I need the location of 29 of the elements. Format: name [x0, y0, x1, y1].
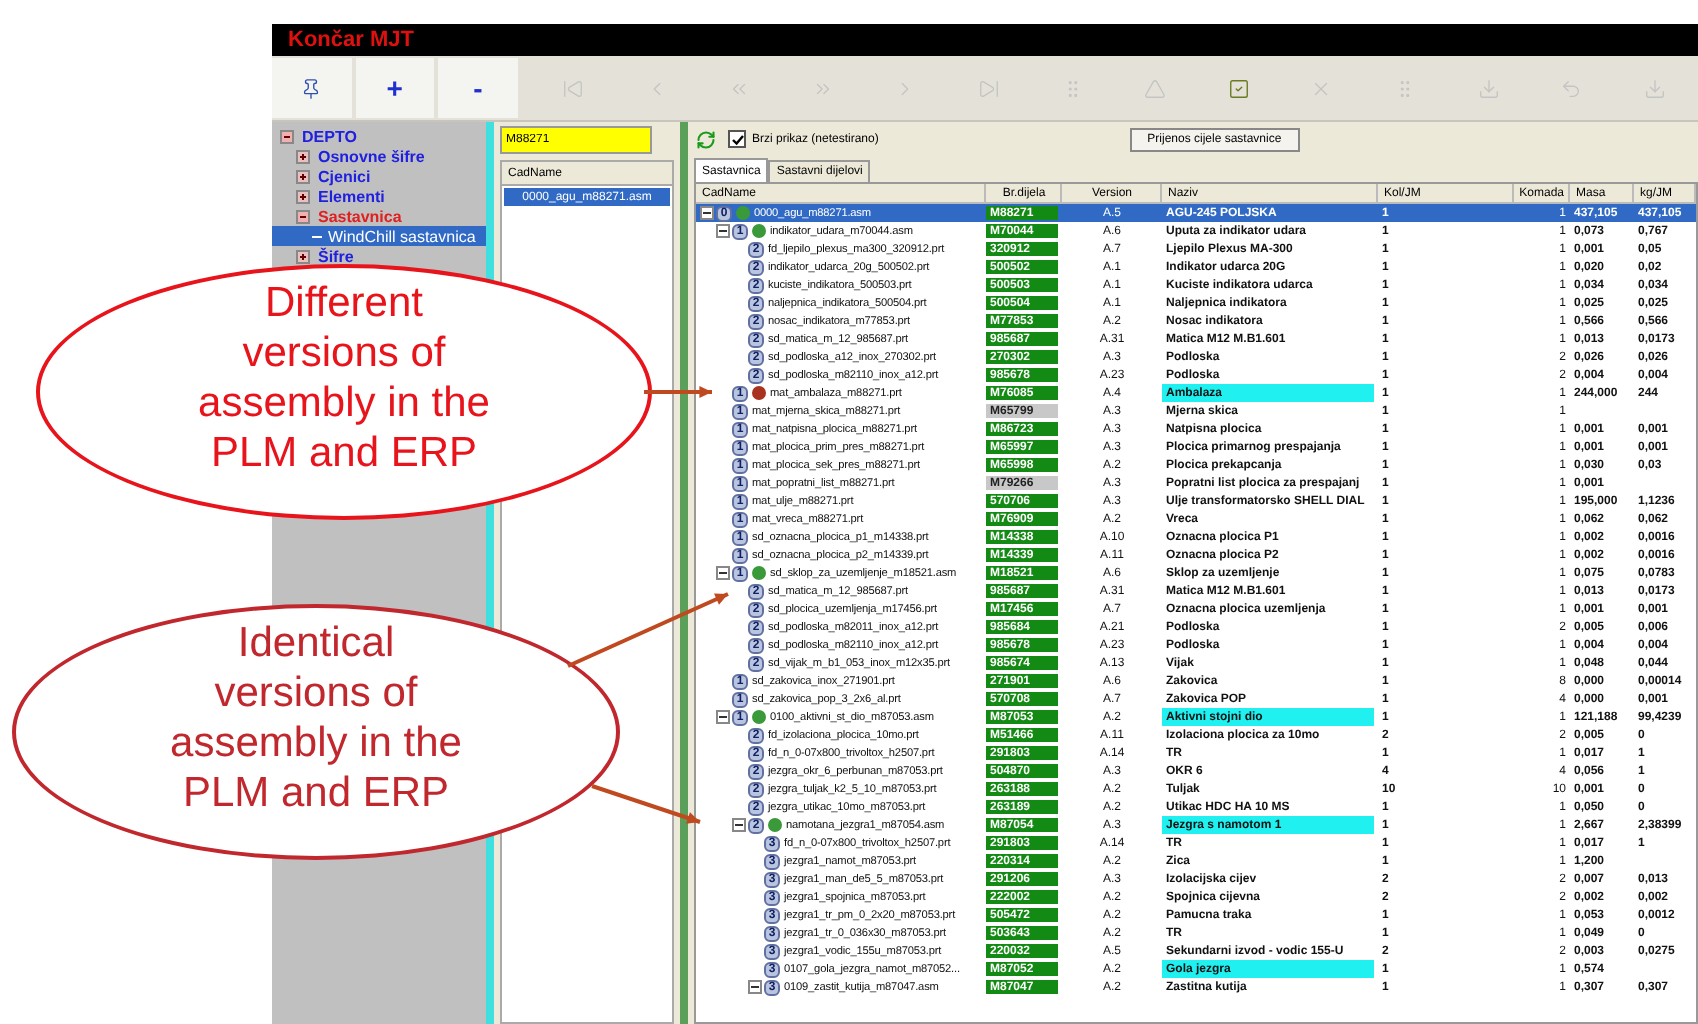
tree-item-label[interactable]: WindChill sastavnica: [328, 227, 476, 245]
expand-icon[interactable]: [280, 129, 294, 143]
toolbar-button[interactable]: -: [438, 58, 518, 118]
tree-item-label[interactable]: DEPTO: [302, 127, 357, 145]
leader-arrow: [591, 784, 701, 824]
expand-icon[interactable]: [732, 818, 746, 832]
callout-text: Identical versions of assembly in the PLM and ERP: [170, 618, 462, 818]
expand-icon[interactable]: [716, 710, 730, 724]
expand-icon[interactable]: [700, 206, 714, 220]
toolbar-button[interactable]: [272, 58, 352, 118]
refresh-icon[interactable]: [696, 129, 716, 149]
toolbar-button[interactable]: +: [355, 58, 435, 118]
expand-icon[interactable]: [296, 209, 310, 223]
tree-item-label[interactable]: Elementi: [318, 187, 385, 205]
expand-icon[interactable]: [296, 249, 310, 263]
expand-icon[interactable]: [296, 189, 310, 203]
expand-icon[interactable]: [296, 149, 310, 163]
expand-icon[interactable]: [296, 169, 310, 183]
tree-item-label[interactable]: Šifre: [318, 247, 354, 265]
tree-item-label[interactable]: Cjenici: [318, 167, 371, 185]
leader-arrow: [644, 385, 712, 399]
expand-icon[interactable]: [716, 224, 730, 238]
window-title: Končar MJT: [288, 28, 414, 52]
callout-text: Different versions of assembly in the PLM and ERP: [198, 278, 490, 478]
tree-item-selected[interactable]: WindChill sastavnica: [272, 226, 486, 246]
tree-item-label[interactable]: Osnovne šifre: [318, 147, 425, 165]
checkbox[interactable]: [728, 130, 746, 148]
expand-icon[interactable]: [748, 980, 762, 994]
expand-icon[interactable]: [716, 566, 730, 580]
